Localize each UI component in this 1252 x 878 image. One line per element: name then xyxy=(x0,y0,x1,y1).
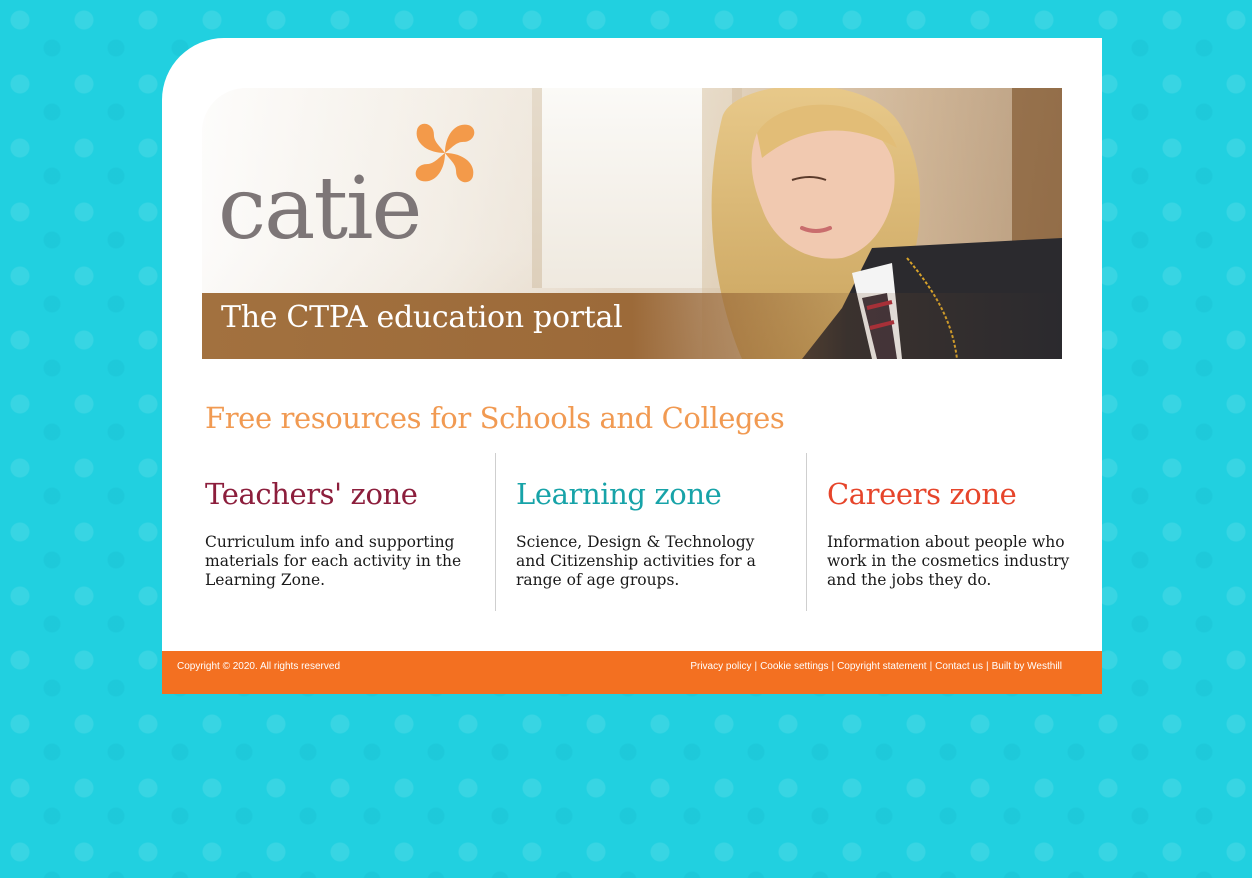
catie-swirl-logo-icon xyxy=(415,123,475,183)
page-container: catie The CTPA education portal Free res… xyxy=(162,38,1102,694)
zone-title-careers[interactable]: Careers zone xyxy=(827,477,1097,511)
hero-tagline: The CTPA education portal xyxy=(221,300,623,335)
zone-description-learning: Science, Design & Technology and Citizen… xyxy=(516,533,756,589)
careers-zone[interactable]: Careers zone Information about people wh… xyxy=(806,453,1097,611)
footer: Copyright © 2020. All rights reserved Pr… xyxy=(162,651,1102,694)
footer-copyright: Copyright © 2020. All rights reserved xyxy=(177,661,341,672)
footer-separator: | xyxy=(929,661,933,672)
catie-logo-text: catie xyxy=(218,159,422,259)
footer-link-built-by-westhill[interactable]: Built by Westhill xyxy=(992,661,1062,672)
teachers-zone[interactable]: Teachers' zone Curriculum info and suppo… xyxy=(205,453,475,611)
hero-banner: catie The CTPA education portal xyxy=(202,88,1062,359)
footer-link-contact-us[interactable]: Contact us xyxy=(935,661,983,672)
footer-link-cookie-settings[interactable]: Cookie settings xyxy=(760,661,828,672)
learning-zone[interactable]: Learning zone Science, Design & Technolo… xyxy=(495,453,786,611)
footer-separator: | xyxy=(985,661,989,672)
zone-description-careers: Information about people who work in the… xyxy=(827,533,1070,589)
footer-links: Privacy policy | Cookie settings | Copyright… xyxy=(690,661,1062,672)
zone-title-teachers[interactable]: Teachers' zone xyxy=(205,477,475,511)
footer-link-copyright-statement[interactable]: Copyright statement xyxy=(837,661,927,672)
zone-title-learning[interactable]: Learning zone xyxy=(516,477,786,511)
zones-section: Teachers' zone Curriculum info and suppo… xyxy=(205,453,1081,611)
footer-link-privacy-policy[interactable]: Privacy policy xyxy=(690,661,751,672)
footer-separator: | xyxy=(754,661,758,672)
footer-separator: | xyxy=(831,661,835,672)
zone-description-teachers: Curriculum info and supporting materials… xyxy=(205,533,462,589)
page-headline: Free resources for Schools and Colleges xyxy=(205,401,785,435)
